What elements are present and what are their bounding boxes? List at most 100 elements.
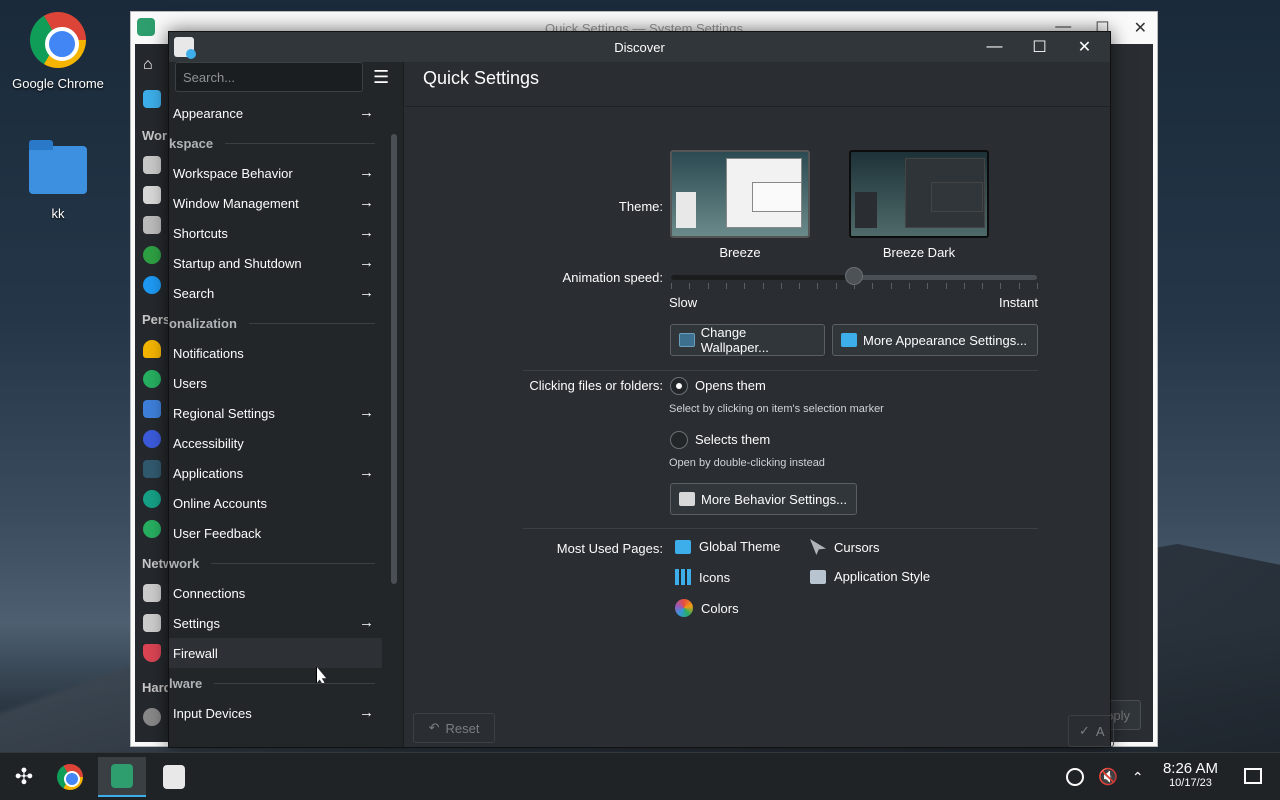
sidebar-item-users[interactable]: Users bbox=[169, 368, 382, 398]
minimize-icon[interactable]: — bbox=[981, 36, 1008, 58]
reset-button[interactable]: ↶ Reset bbox=[413, 713, 495, 743]
slider-tick bbox=[744, 283, 746, 289]
update-icon[interactable] bbox=[1066, 768, 1084, 786]
sidebar-item-label: Users bbox=[173, 375, 207, 391]
network-icon[interactable] bbox=[143, 584, 161, 602]
change-wallpaper-button[interactable]: Change Wallpaper... bbox=[670, 324, 825, 356]
apply-button[interactable]: ✓ A bbox=[1068, 715, 1114, 747]
sidebar-section-header-label: onalization bbox=[169, 315, 237, 331]
sidebar-section-header-label: lware bbox=[169, 675, 203, 691]
hamburger-menu-icon[interactable]: ☰ bbox=[373, 68, 391, 86]
sidebar-item-input-devices[interactable]: Input Devices → bbox=[169, 698, 382, 728]
bell-icon[interactable] bbox=[143, 340, 161, 358]
taskbar-system-settings[interactable] bbox=[98, 757, 146, 797]
most-used-label-text: Global Theme bbox=[699, 539, 781, 554]
most-used-global-theme[interactable]: Global Theme bbox=[675, 539, 780, 554]
sidebar-item-regional-settings[interactable]: Regional Settings → bbox=[169, 398, 382, 428]
feedback-icon[interactable] bbox=[143, 520, 161, 538]
most-used-cursors[interactable]: Cursors bbox=[810, 539, 880, 555]
sidebar-item-appearance[interactable]: Appearance → bbox=[169, 98, 382, 128]
sidebar-item-search[interactable]: Search → bbox=[169, 278, 382, 308]
opens-them-label[interactable]: Opens them bbox=[695, 378, 766, 393]
sidebar-item-online-accounts[interactable]: Online Accounts bbox=[169, 488, 382, 518]
system-settings-app-icon bbox=[137, 18, 155, 36]
sidebar-item-label: Settings bbox=[173, 615, 220, 631]
most-used-label-text: Colors bbox=[701, 600, 739, 616]
sidebar-item-label: Applications bbox=[173, 465, 244, 481]
app-launcher-button[interactable]: ✣ bbox=[0, 757, 48, 797]
clock[interactable]: 8:26 AM 10/17/23 bbox=[1163, 760, 1218, 789]
mouse-icon[interactable] bbox=[143, 708, 161, 726]
slider-tick bbox=[890, 283, 892, 289]
cursor-icon bbox=[810, 539, 826, 555]
appearance-icon[interactable] bbox=[143, 90, 161, 108]
close-icon[interactable]: ✕ bbox=[1071, 36, 1098, 58]
sidebar-item-notifications[interactable]: Notifications bbox=[169, 338, 382, 368]
sidebar-item-firewall[interactable]: Firewall bbox=[169, 638, 382, 668]
colors-icon bbox=[675, 599, 693, 617]
sidebar-section-header: onalization bbox=[169, 308, 375, 338]
sidebar-scrollbar[interactable] bbox=[391, 134, 397, 584]
accessibility-icon[interactable] bbox=[143, 430, 161, 448]
sidebar-item-user-feedback[interactable]: User Feedback bbox=[169, 518, 382, 548]
folder-icon bbox=[29, 140, 87, 194]
sidebar-item-connections[interactable]: Connections bbox=[169, 578, 382, 608]
online-accounts-icon[interactable] bbox=[143, 490, 161, 508]
more-behavior-label: More Behavior Settings... bbox=[701, 491, 847, 507]
opens-them-radio[interactable] bbox=[670, 377, 688, 395]
shield-icon[interactable] bbox=[143, 644, 161, 662]
sidebar-item-accessibility[interactable]: Accessibility bbox=[169, 428, 382, 458]
discover-titlebar[interactable]: Discover — ☐ ✕ bbox=[169, 32, 1110, 62]
volume-muted-icon[interactable]: 🔇 bbox=[1098, 767, 1118, 787]
theme-thumbnail-breeze-dark[interactable] bbox=[849, 150, 989, 238]
workspace-behavior-icon[interactable] bbox=[143, 156, 161, 174]
maximize-icon[interactable]: ☐ bbox=[1026, 36, 1053, 58]
chevron-up-icon[interactable]: ⌃ bbox=[1132, 769, 1144, 786]
most-used-colors[interactable]: Colors bbox=[675, 599, 739, 617]
sidebar-item-label: Workspace Behavior bbox=[173, 165, 293, 181]
slider-tick bbox=[872, 283, 874, 289]
sidebar-item-label: Window Management bbox=[173, 195, 299, 211]
page-title: Quick Settings bbox=[423, 68, 540, 88]
applications-icon[interactable] bbox=[143, 460, 161, 478]
animation-speed-handle[interactable] bbox=[845, 267, 863, 285]
search-input[interactable]: Search... bbox=[175, 62, 363, 92]
sidebar-item-workspace-behavior[interactable]: Workspace Behavior → bbox=[169, 158, 382, 188]
home-icon[interactable]: ⌂ bbox=[143, 56, 161, 74]
sidebar-item-window-management[interactable]: Window Management → bbox=[169, 188, 382, 218]
sidebar-item-label: Firewall bbox=[173, 645, 218, 661]
slider-tick bbox=[835, 283, 837, 289]
instant-label: Instant bbox=[998, 295, 1038, 310]
keyboard-icon[interactable] bbox=[143, 216, 161, 234]
theme-thumbnail-breeze[interactable] bbox=[670, 150, 810, 238]
more-behavior-settings-button[interactable]: More Behavior Settings... bbox=[670, 483, 857, 515]
icons-grid-icon bbox=[675, 569, 691, 585]
slider-tick bbox=[1018, 283, 1020, 289]
theme-name-breeze: Breeze bbox=[719, 245, 761, 260]
sidebar-item-label: Input Devices bbox=[173, 705, 252, 721]
search-icon[interactable] bbox=[143, 276, 161, 294]
selects-them-label[interactable]: Selects them bbox=[695, 432, 770, 447]
sidebar-item-settings[interactable]: Settings → bbox=[169, 608, 382, 638]
most-used-application-style[interactable]: Application Style bbox=[810, 569, 930, 584]
sidebar-item-applications[interactable]: Applications → bbox=[169, 458, 382, 488]
taskbar-discover[interactable] bbox=[150, 757, 198, 797]
network-settings-icon[interactable] bbox=[143, 614, 161, 632]
user-icon[interactable] bbox=[143, 370, 161, 388]
sidebar-item-shortcuts[interactable]: Shortcuts → bbox=[169, 218, 382, 248]
taskbar-chrome[interactable] bbox=[46, 757, 94, 797]
most-used-icons[interactable]: Icons bbox=[675, 569, 730, 585]
sidebar-item-label: Accessibility bbox=[173, 435, 244, 451]
window-management-icon[interactable] bbox=[143, 186, 161, 204]
close-icon[interactable]: ✕ bbox=[1134, 18, 1147, 38]
rocket-icon[interactable] bbox=[143, 246, 161, 264]
most-used-label-text: Cursors bbox=[834, 539, 880, 555]
desktop-icon-folder[interactable]: kk bbox=[8, 140, 108, 221]
more-appearance-settings-button[interactable]: More Appearance Settings... bbox=[832, 324, 1038, 356]
more-appearance-label: More Appearance Settings... bbox=[863, 332, 1028, 348]
show-desktop-icon[interactable] bbox=[1244, 768, 1262, 784]
selects-them-radio[interactable] bbox=[670, 431, 688, 449]
sidebar-item-startup-and-shutdown[interactable]: Startup and Shutdown → bbox=[169, 248, 382, 278]
desktop-icon-chrome[interactable]: Google Chrome bbox=[8, 12, 108, 91]
language-icon[interactable] bbox=[143, 400, 161, 418]
